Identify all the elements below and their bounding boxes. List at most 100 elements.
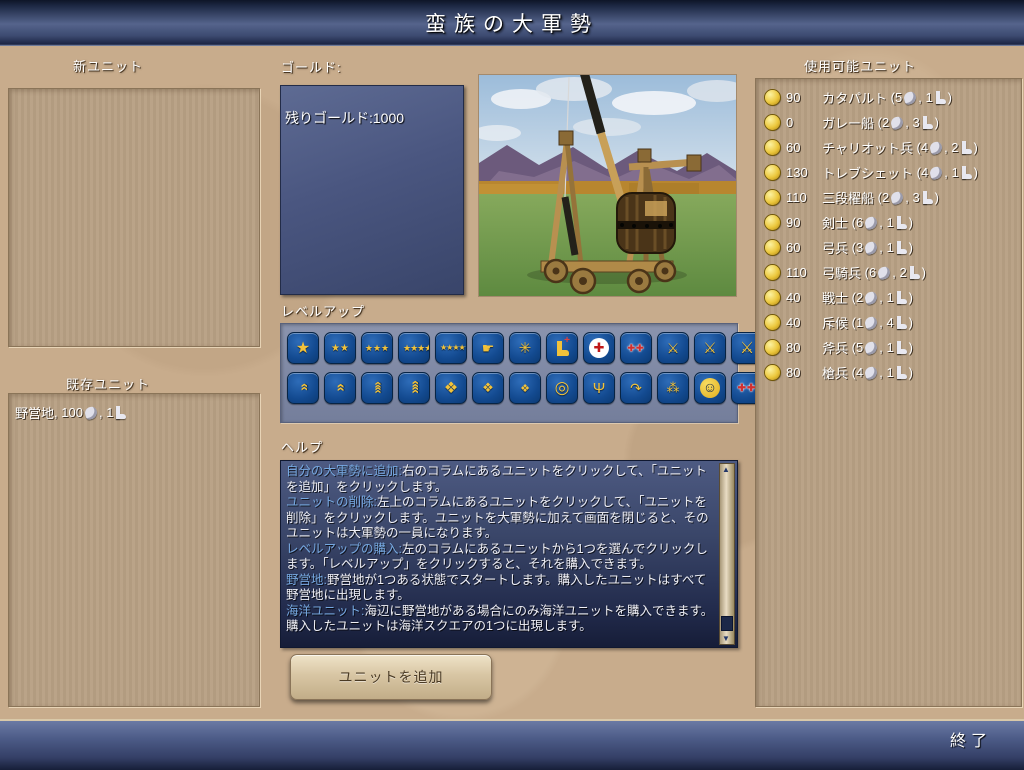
strength-icon <box>902 90 918 105</box>
strength-icon <box>863 340 879 355</box>
available-unit-row[interactable]: 110 三段櫂船 (2, 3) <box>756 185 1021 210</box>
scrollbar-thumb[interactable] <box>721 616 733 631</box>
strength-icon <box>863 290 879 305</box>
paren-open: ( <box>848 365 856 380</box>
combat-4-icon[interactable]: ★★★★ <box>398 332 430 364</box>
available-unit-row[interactable]: 90 剣士 (6, 1) <box>756 210 1021 235</box>
gold-coin-icon <box>765 140 780 155</box>
diamond-formation-1-icon[interactable]: ❖ <box>435 372 467 404</box>
unit-cost: 80 <box>786 365 801 380</box>
drill-burst-icon[interactable]: ✳ <box>509 332 541 364</box>
movement-icon <box>922 191 933 204</box>
scroll-up-icon[interactable]: ▲ <box>720 464 732 475</box>
movement-icon <box>896 216 907 229</box>
available-unit-row[interactable]: 80 槍兵 (4, 1) <box>756 360 1021 385</box>
unit-cost: 110 <box>786 190 807 205</box>
paren-close: ) <box>908 215 914 230</box>
separator: , <box>879 365 887 380</box>
unit-moves: 1 <box>886 340 894 355</box>
chevron-rank-3-icon[interactable]: »» <box>361 372 393 404</box>
help-entry: ユニットの削除:左上のコラムにあるユニットをクリックして、「ユニットを削除」をク… <box>286 495 717 542</box>
unit-name: カタパルト <box>822 91 888 106</box>
unit-preview-image <box>479 75 736 296</box>
separator: , <box>918 90 926 105</box>
crossed-swords-2-icon[interactable]: ⚔ <box>694 332 726 364</box>
paren-open: ( <box>848 215 856 230</box>
chevron-rank-1-icon[interactable]: » <box>287 372 319 404</box>
exit-button[interactable]: 終了 <box>950 727 992 751</box>
unit-strength: 5 <box>894 90 903 105</box>
available-unit-row[interactable]: 40 斥候 (1, 4) <box>756 310 1021 335</box>
available-unit-row[interactable]: 110 弓騎兵 (6, 2) <box>756 260 1021 285</box>
trebuchet-scene <box>479 75 736 296</box>
diamond-formation-2-icon[interactable]: ❖ <box>472 372 504 404</box>
existing-unit-row[interactable]: 野営地, 100 , 1 <box>9 400 259 425</box>
available-unit-row[interactable]: 80 斧兵 (5, 1) <box>756 335 1021 360</box>
leadership-eagle-icon[interactable]: Ψ <box>583 372 615 404</box>
unit-name: 弓兵 <box>822 241 849 256</box>
levelup-label: レベルアップ <box>281 304 366 319</box>
movement-icon <box>909 266 920 279</box>
remaining-gold-text: 残りゴールド:1000 <box>285 110 405 126</box>
crossed-swords-1-icon[interactable]: ⚔ <box>657 332 689 364</box>
chevron-rank-2-icon[interactable]: » <box>324 372 356 404</box>
help-text: 自分の大軍勢に追加:右のコラムにあるユニットをクリックして、「ユニットを追加」を… <box>286 464 717 635</box>
scroll-down-icon[interactable]: ▼ <box>720 633 732 644</box>
movement-icon <box>896 341 907 354</box>
levelup-panel: ★★★★★★★★★★★★★★★☛✳+✚✚✚⚔⚔⚔ »»»»»»❖❖❖◎Ψ↷⁂☺✚… <box>280 323 763 423</box>
help-box: 自分の大軍勢に追加:右のコラムにあるユニットをクリックして、「ユニットを追加」を… <box>280 460 738 648</box>
unit-strength: 1 <box>855 315 864 330</box>
strength-icon <box>889 190 905 205</box>
combat-2-icon[interactable]: ★★ <box>324 332 356 364</box>
gold-coin-icon <box>765 190 780 205</box>
unit-cost: 40 <box>786 315 801 330</box>
help-term: 自分の大軍勢に追加: <box>286 464 402 478</box>
unit-cost: 90 <box>786 90 801 105</box>
chevron-rank-4-icon[interactable]: »» <box>398 372 430 404</box>
medic-cross-icon[interactable]: ✚ <box>583 332 615 364</box>
unit-strength: 6 <box>868 265 877 280</box>
unit-strength: 6 <box>855 215 864 230</box>
existing-units-label: 既存ユニット <box>65 377 150 392</box>
movement-icon <box>896 366 907 379</box>
separator: , <box>944 140 952 155</box>
available-unit-row[interactable]: 60 チャリオット兵 (4, 2) <box>756 135 1021 160</box>
barbarian-horde-screen: 蛮族の大軍勢 新ユニット 既存ユニット 野営地, 100 , 1 ゴールド: 残… <box>0 0 1024 770</box>
available-unit-row[interactable]: 60 弓兵 (3, 1) <box>756 235 1021 260</box>
unit-moves: 1 <box>106 405 114 420</box>
combat-5-icon[interactable]: ★★★★★ <box>435 332 467 364</box>
movement-icon <box>961 166 972 179</box>
unit-moves: 1 <box>886 365 894 380</box>
unit-cost: 60 <box>786 140 801 155</box>
existing-units-panel: 野営地, 100 , 1 <box>8 393 260 707</box>
barrage-stars-icon[interactable]: ⁂ <box>657 372 689 404</box>
paren-close: ) <box>908 315 914 330</box>
available-unit-row[interactable]: 90 カタパルト (5, 1) <box>756 85 1021 110</box>
available-unit-row[interactable]: 40 戦士 (2, 1) <box>756 285 1021 310</box>
shock-fist-icon[interactable]: ☛ <box>472 332 504 364</box>
paren-open: ( <box>861 265 869 280</box>
mobility-boot-icon[interactable]: + <box>546 332 578 364</box>
unit-name: 三段櫂船 <box>822 191 875 206</box>
add-unit-button[interactable]: ユニットを追加 <box>290 654 492 700</box>
medic-double-cross-icon[interactable]: ✚✚ <box>620 332 652 364</box>
paren-close: ) <box>973 165 979 180</box>
paren-open: ( <box>874 190 882 205</box>
available-unit-row[interactable]: 130 トレブシェット (4, 1) <box>756 160 1021 185</box>
paren-open: ( <box>874 115 882 130</box>
combat-3-icon[interactable]: ★★★ <box>361 332 393 364</box>
combat-1-icon[interactable]: ★ <box>287 332 319 364</box>
footer-bar: 終了 <box>0 719 1024 770</box>
unit-name: チャリオット兵 <box>822 141 913 156</box>
available-unit-row[interactable]: 0 ガレー船 (2, 3) <box>756 110 1021 135</box>
morale-face-icon[interactable]: ☺ <box>694 372 726 404</box>
paren-close: ) <box>908 365 914 380</box>
flanking-arrow-icon[interactable]: ↷ <box>620 372 652 404</box>
unit-cost: 110 <box>786 265 807 280</box>
separator: , <box>879 340 887 355</box>
diamond-formation-3-icon[interactable]: ❖ <box>509 372 541 404</box>
separator: , <box>879 290 887 305</box>
help-scrollbar[interactable]: ▲ ▼ <box>719 463 735 645</box>
unit-cost: 80 <box>786 340 801 355</box>
accuracy-target-icon[interactable]: ◎ <box>546 372 578 404</box>
